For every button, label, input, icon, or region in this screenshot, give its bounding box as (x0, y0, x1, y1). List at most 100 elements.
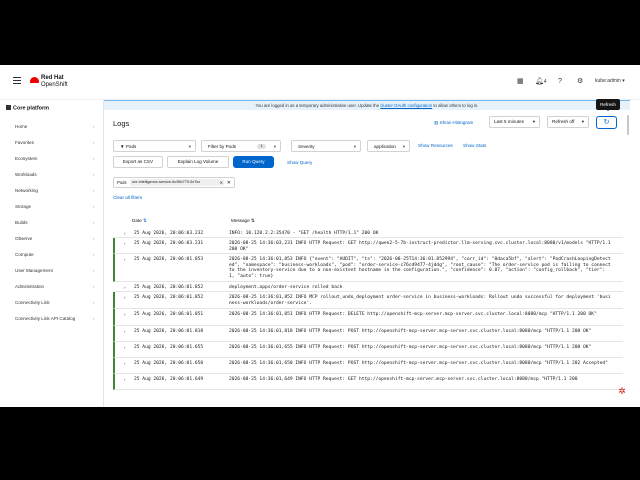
column-header-label: Message (231, 218, 250, 223)
hamburger-menu-icon[interactable] (13, 77, 21, 85)
sidebar-item-user-management[interactable]: User Management › (15, 268, 99, 273)
table-row[interactable]: › 25 Aug 2026, 20:06:01.851 2026-08-25 1… (113, 309, 623, 326)
sidebar-item-connectivity-link[interactable]: Connectivity Link › (15, 300, 99, 305)
refresh-interval-select[interactable]: Refresh off ▾ (547, 116, 589, 128)
close-icon[interactable]: ✕ (220, 179, 223, 186)
sidebar-item-favorites[interactable]: Favorites › (15, 140, 99, 145)
clear-all-filters-link[interactable]: Clear all filters (113, 195, 142, 200)
table-row[interactable]: › 25 Aug 2026, 20:06:01.650 2026-08-25 1… (113, 358, 623, 374)
refresh-button[interactable]: ↻ (596, 116, 617, 129)
perspective-switcher[interactable]: Core platform (6, 105, 49, 112)
sort-icon: ⇅ (250, 218, 255, 223)
chevron-right-icon: › (92, 140, 94, 145)
sidebar-item-label: Connectivity Link (15, 300, 50, 305)
sidebar-item-label: Compute (15, 252, 34, 257)
sidebar-item-storage[interactable]: Storage › (15, 204, 99, 209)
oauth-config-link[interactable]: cluster OAuth configuration (380, 103, 432, 108)
expand-chevron-icon[interactable]: › (124, 295, 126, 300)
row-date: 25 Aug 2026, 20:06:01.851 (134, 312, 204, 317)
row-message: 2026-08-25 14:36:01,853 INFO {"event": "… (229, 257, 614, 280)
table-row[interactable]: › 25 Aug 2026, 20:06:01.853 2026-08-25 1… (113, 254, 623, 282)
row-date: 25 Aug 2026, 20:06:03.231 (134, 241, 204, 246)
help-icon[interactable]: ? (558, 78, 562, 85)
perspective-icon (6, 105, 11, 110)
table-row[interactable]: › 25 Aug 2026, 20:06:01.655 2026-08-25 1… (113, 342, 623, 358)
expand-chevron-icon[interactable]: › (124, 241, 126, 246)
table-row[interactable]: › 25 Aug 2026, 20:06:01.852 deployment.a… (113, 282, 623, 292)
chevron-right-icon: › (92, 220, 94, 225)
table-row[interactable]: › 25 Aug 2026, 20:06:03.232 INFO: 10.128… (113, 228, 623, 238)
show-query-link[interactable]: Show Query (287, 160, 312, 165)
row-message: 2026-08-25 14:36:01,650 INFO HTTP Reques… (229, 361, 608, 366)
sidebar-item-label: Ecosystem (15, 156, 38, 161)
lightspeed-assistant-icon[interactable]: ✲ (617, 386, 627, 396)
scrollbar[interactable] (626, 110, 630, 407)
brand-redhat: Red Hat (41, 75, 64, 81)
row-date: 25 Aug 2026, 20:06:01.852 (134, 295, 204, 300)
caret-down-icon: ▾ (532, 119, 535, 124)
show-stats-link[interactable]: Show Stats (463, 143, 486, 148)
log-type-select[interactable]: application ▾ (367, 140, 410, 152)
table-row[interactable]: › 25 Aug 2026, 20:06:03.231 2026-08-25 1… (113, 238, 623, 254)
column-header-date[interactable]: Date ⇅ (132, 218, 147, 224)
chevron-right-icon: › (92, 188, 94, 193)
resource-type-select[interactable]: ▼ Pods ▾ (113, 140, 196, 152)
sidebar-item-observe[interactable]: Observe › (15, 236, 99, 241)
temporary-admin-banner: You are logged in as a temporary adminis… (104, 100, 630, 110)
resource-type-value: Pods (125, 144, 137, 149)
sidebar-item-builds[interactable]: Builds › (15, 220, 99, 225)
expand-chevron-icon[interactable]: › (124, 312, 126, 317)
expand-chevron-icon[interactable]: › (124, 377, 126, 382)
expand-chevron-icon[interactable]: › (124, 257, 126, 262)
table-row[interactable]: › 25 Aug 2026, 20:06:01.649 2026-08-25 1… (113, 374, 623, 390)
expand-chevron-icon[interactable]: › (124, 345, 126, 350)
settings-gear-icon[interactable]: ⚙ (577, 78, 583, 85)
show-histogram-toggle[interactable]: ▥ Show Histogram (434, 120, 473, 126)
sidebar-item-label: Networking (15, 188, 38, 193)
chevron-right-icon: › (92, 204, 94, 209)
column-header-message[interactable]: Message ⇅ (231, 218, 255, 224)
row-message: deployment.apps/order-service rolled bac… (229, 285, 343, 290)
severity-select[interactable]: Severity ▾ (291, 140, 361, 152)
caret-down-icon: ▾ (188, 144, 191, 149)
row-date: 25 Aug 2026, 20:06:01.655 (134, 345, 204, 350)
time-range-value: Last 5 minutes (494, 119, 524, 124)
row-message: 2026-08-25 14:36:01,649 INFO HTTP Reques… (229, 377, 578, 382)
filter-by-pods-select[interactable]: Filter by Pods 1 ▾ (201, 140, 281, 152)
row-message: 2026-08-25 14:36:01,818 INFO HTTP Reques… (229, 329, 592, 334)
user-menu[interactable]: kube:admin ▾ (595, 78, 625, 84)
expand-chevron-icon[interactable]: › (124, 231, 126, 236)
close-icon[interactable]: ✕ (227, 178, 231, 188)
notifications-bell-icon[interactable]: 🔔︎4 (535, 78, 547, 86)
sidebar-item-home[interactable]: Home › (15, 124, 99, 129)
expand-chevron-icon[interactable]: › (124, 285, 126, 290)
expand-chevron-icon[interactable]: › (124, 361, 126, 366)
show-resources-link[interactable]: Show Resources (418, 143, 453, 148)
caret-down-icon: ▾ (581, 119, 584, 124)
export-csv-button[interactable]: Export as CSV (113, 156, 163, 168)
chip-value: ure-intelligence-service-6c95b779-5x7kx (132, 180, 201, 184)
grid-icon[interactable]: ▦ (517, 78, 524, 85)
brand-openshift: OpenShift (41, 82, 68, 88)
sidebar-item-administration[interactable]: Administration › (15, 284, 99, 289)
row-date: 25 Aug 2026, 20:06:03.232 (134, 231, 204, 236)
sidebar-item-ecosystem[interactable]: Ecosystem › (15, 156, 99, 161)
table-row[interactable]: › 25 Aug 2026, 20:06:01.818 2026-08-25 1… (113, 326, 623, 342)
explain-log-volume-button[interactable]: Explain Log Volume (167, 156, 229, 168)
show-histogram-label: Show Histogram (439, 120, 474, 125)
sidebar-item-compute[interactable]: Compute › (15, 252, 99, 257)
sidebar-item-connectivity-link-api-catalog[interactable]: Connectivity Link API Catalog › (15, 316, 99, 321)
sidebar-item-workloads[interactable]: Workloads › (15, 172, 99, 177)
refresh-tooltip: Refresh (596, 99, 620, 111)
time-range-select[interactable]: Last 5 minutes ▾ (489, 116, 540, 128)
scrollbar-thumb[interactable] (627, 115, 629, 135)
row-message: 2026-08-25 14:36:03,231 INFO HTTP Reques… (229, 241, 614, 252)
expand-chevron-icon[interactable]: › (124, 329, 126, 334)
row-message: INFO: 10.128.2.2:35470 - "GET /health HT… (229, 231, 379, 236)
row-date: 25 Aug 2026, 20:06:01.649 (134, 377, 204, 382)
sidebar-item-networking[interactable]: Networking › (15, 188, 99, 193)
table-row[interactable]: › 25 Aug 2026, 20:06:01.852 2026-08-25 1… (113, 292, 623, 309)
run-query-button[interactable]: Run Query (233, 156, 274, 168)
user-name: kube:admin (595, 78, 621, 84)
sidebar-item-label: Connectivity Link API Catalog (15, 316, 76, 321)
